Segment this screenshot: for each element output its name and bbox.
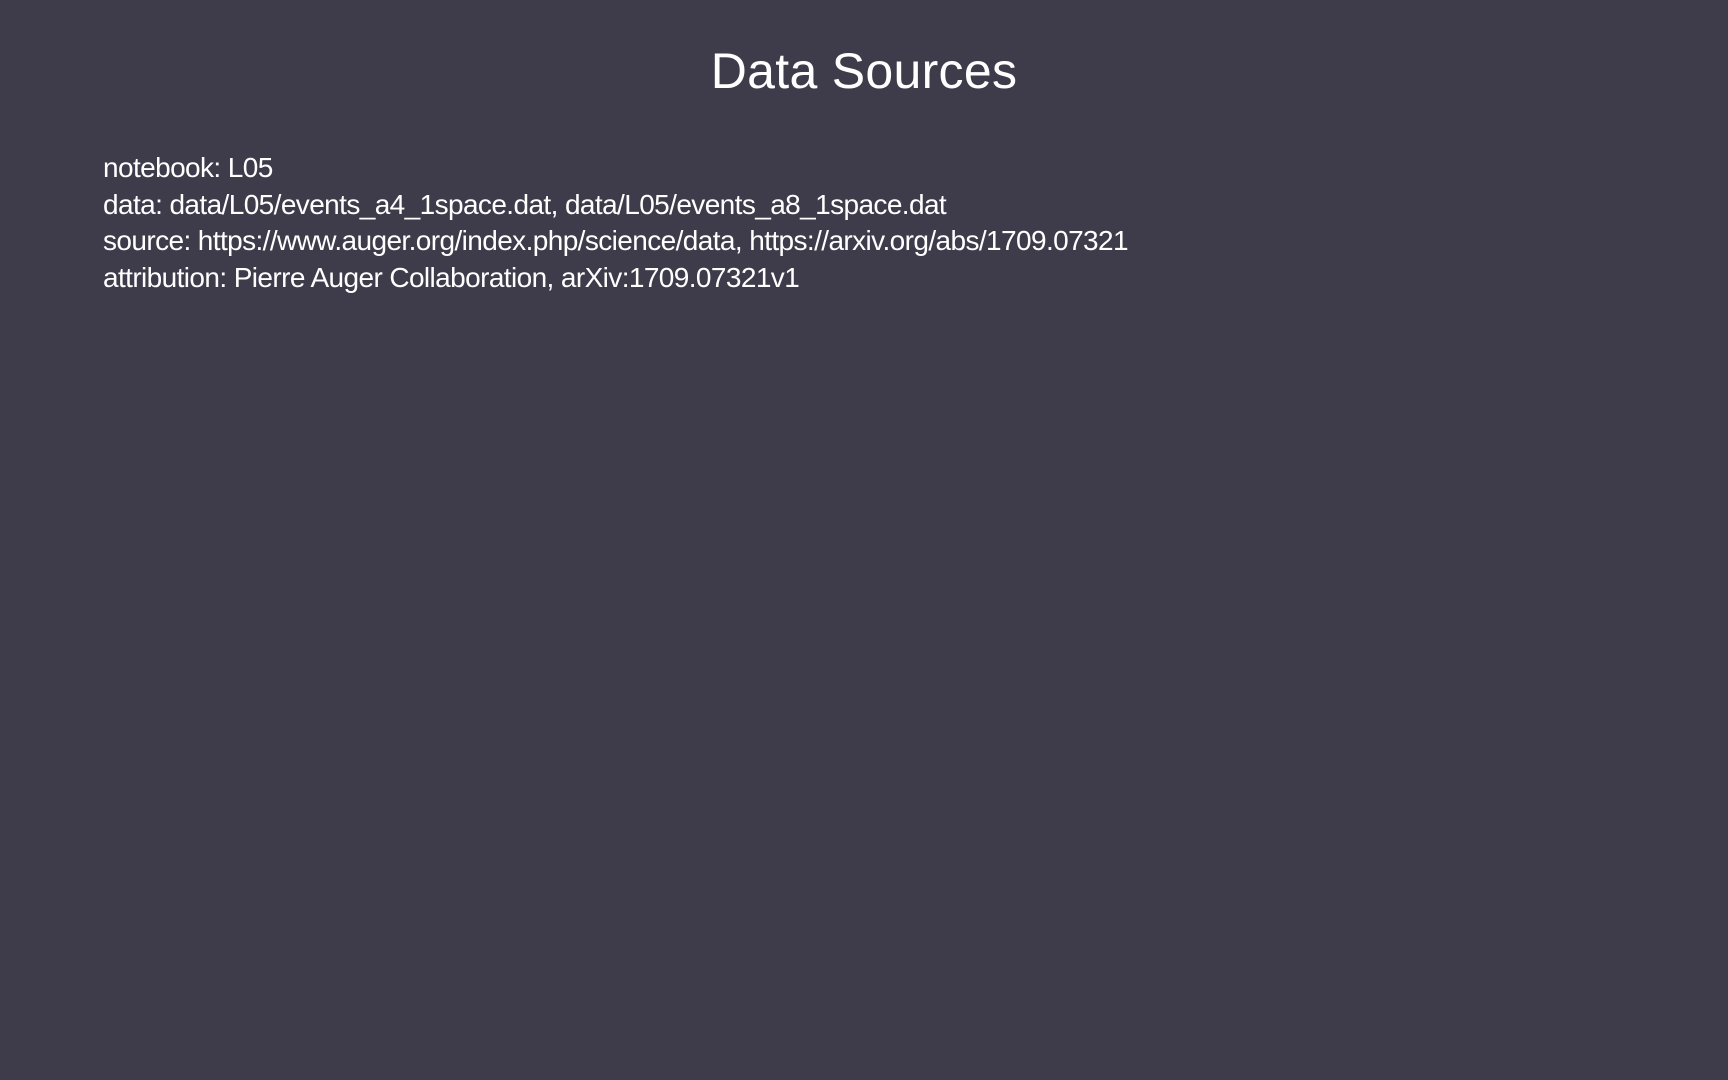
source-line: source: https://www.auger.org/index.php/… — [103, 225, 1129, 256]
notebook-line: notebook: L05 — [103, 152, 273, 183]
data-line: data: data/L05/events_a4_1space.dat, dat… — [103, 188, 947, 220]
slide-body: notebook: L05 data: data/L05/events_a4_1… — [103, 150, 1663, 296]
slide-title: Data Sources — [710, 43, 1018, 99]
attribution-line: attribution: Pierre Auger Collaboration,… — [103, 261, 800, 293]
slide: Data Sources notebook: L05 data: data/L0… — [0, 0, 1728, 1080]
